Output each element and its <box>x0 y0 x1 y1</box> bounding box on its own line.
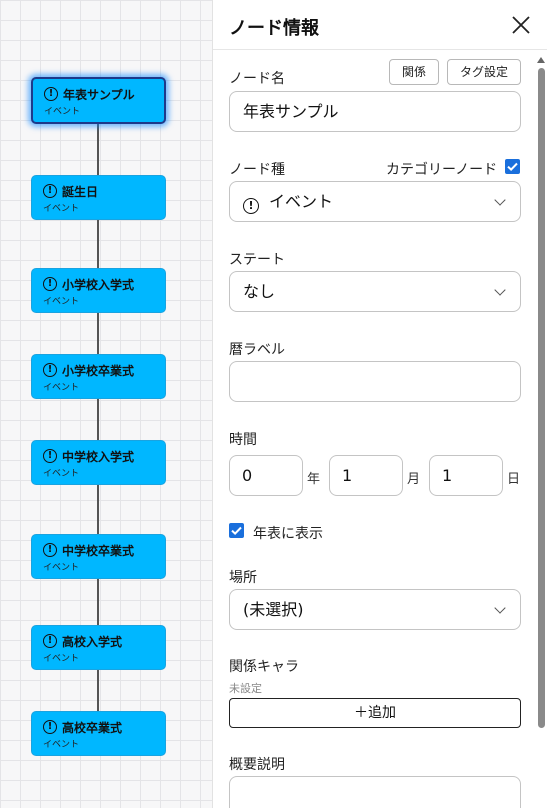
tag-settings-button[interactable]: タグ設定 <box>447 59 521 85</box>
timeline-canvas[interactable]: ! 年表サンプル イベント ! 誕生日 イベント ! 小学校入学式 イベント !… <box>0 0 212 808</box>
category-node-checkbox[interactable] <box>505 159 520 174</box>
timeline-node[interactable]: ! 小学校入学式 イベント <box>31 268 166 313</box>
summary-label: 概要説明 <box>229 757 285 773</box>
edge-4 <box>97 399 99 440</box>
close-button[interactable] <box>511 15 531 35</box>
calendar-input[interactable] <box>229 361 521 402</box>
exclamation-circle-icon: ! <box>43 634 57 648</box>
place-label: 場所 <box>229 570 257 586</box>
node-type: イベント <box>43 563 80 573</box>
node-type: イベント <box>44 107 81 117</box>
chevron-down-icon <box>494 602 506 614</box>
node-title: 中学校卒業式 <box>62 543 135 558</box>
state-select[interactable]: なし <box>229 271 521 312</box>
edge-2 <box>97 220 99 269</box>
node-type-label: ノード種 <box>229 162 285 178</box>
edge-5 <box>97 485 99 534</box>
node-name-label: ノード名 <box>229 71 285 87</box>
check-icon <box>507 162 518 172</box>
timeline-node-selected[interactable]: ! 年表サンプル イベント <box>31 77 166 124</box>
exclamation-circle-icon: ! <box>243 198 259 214</box>
edge-3 <box>97 313 99 354</box>
node-title: 高校卒業式 <box>62 720 123 735</box>
edge-7 <box>97 670 99 712</box>
scroll-up-arrow-icon[interactable] <box>537 57 545 63</box>
edge-1 <box>97 124 99 176</box>
node-type: イベント <box>43 740 80 750</box>
place-select[interactable]: (未選択) <box>229 589 521 630</box>
panel-header: ノード情報 <box>213 0 547 50</box>
node-type: イベント <box>43 654 80 664</box>
node-title: 小学校卒業式 <box>62 363 135 378</box>
node-title: 誕生日 <box>62 184 99 199</box>
day-input[interactable]: 1 <box>429 455 503 496</box>
timeline-node[interactable]: ! 高校入学式 イベント <box>31 625 166 670</box>
year-unit: 年 <box>307 472 321 487</box>
place-value: (未選択) <box>243 600 304 619</box>
calendar-label: 暦ラベル <box>229 342 285 358</box>
related-chars-empty: 未設定 <box>229 682 262 695</box>
node-title: 小学校入学式 <box>62 277 135 292</box>
node-title: 中学校入学式 <box>62 449 135 464</box>
month-input[interactable]: 1 <box>329 455 403 496</box>
month-unit: 月 <box>407 472 421 487</box>
panel-title: ノード情報 <box>229 18 319 39</box>
year-input[interactable]: 0 <box>229 455 303 496</box>
timeline-node[interactable]: ! 小学校卒業式 イベント <box>31 354 166 399</box>
exclamation-circle-icon: ! <box>43 720 57 734</box>
node-type: イベント <box>43 297 80 307</box>
summary-textarea[interactable] <box>229 776 521 808</box>
node-type: イベント <box>43 383 80 393</box>
node-type: イベント <box>43 204 80 214</box>
timeline-node[interactable]: ! 誕生日 イベント <box>31 175 166 220</box>
state-label: ステート <box>229 252 285 268</box>
close-icon <box>512 16 530 34</box>
node-name-input[interactable]: 年表サンプル <box>229 91 521 132</box>
node-title: 高校入学式 <box>62 634 123 649</box>
check-icon <box>231 526 242 536</box>
chevron-down-icon <box>494 284 506 296</box>
timeline-node[interactable]: ! 中学校卒業式 イベント <box>31 534 166 579</box>
related-chars-label: 関係キャラ <box>229 659 299 675</box>
add-related-char-button[interactable]: ＋追加 <box>229 698 521 728</box>
exclamation-circle-icon: ! <box>43 184 57 198</box>
category-node-label: カテゴリーノード <box>386 162 498 178</box>
day-unit: 日 <box>507 472 521 487</box>
show-in-timeline-label: 年表に表示 <box>253 526 323 542</box>
edge-6 <box>97 579 99 626</box>
node-title: 年表サンプル <box>63 87 135 102</box>
scrollbar-thumb[interactable] <box>538 68 545 728</box>
relation-button[interactable]: 関係 <box>389 59 439 85</box>
timeline-node[interactable]: ! 高校卒業式 イベント <box>31 711 166 756</box>
state-value: なし <box>243 282 276 301</box>
exclamation-circle-icon: ! <box>43 363 57 377</box>
exclamation-circle-icon: ! <box>43 449 57 463</box>
chevron-down-icon <box>494 194 506 206</box>
time-label: 時間 <box>229 432 257 448</box>
exclamation-circle-icon: ! <box>43 543 57 557</box>
show-in-timeline-checkbox[interactable] <box>229 523 244 538</box>
node-type-value: イベント <box>269 192 334 211</box>
node-type-select[interactable]: ! イベント <box>229 181 521 222</box>
exclamation-circle-icon: ! <box>43 277 57 291</box>
node-type: イベント <box>43 469 80 479</box>
node-info-panel: ノード情報 ノード名 関係 タグ設定 年表サンプル ノード種 カテゴリーノード … <box>212 0 547 808</box>
timeline-node[interactable]: ! 中学校入学式 イベント <box>31 440 166 485</box>
exclamation-circle-icon: ! <box>44 87 58 101</box>
